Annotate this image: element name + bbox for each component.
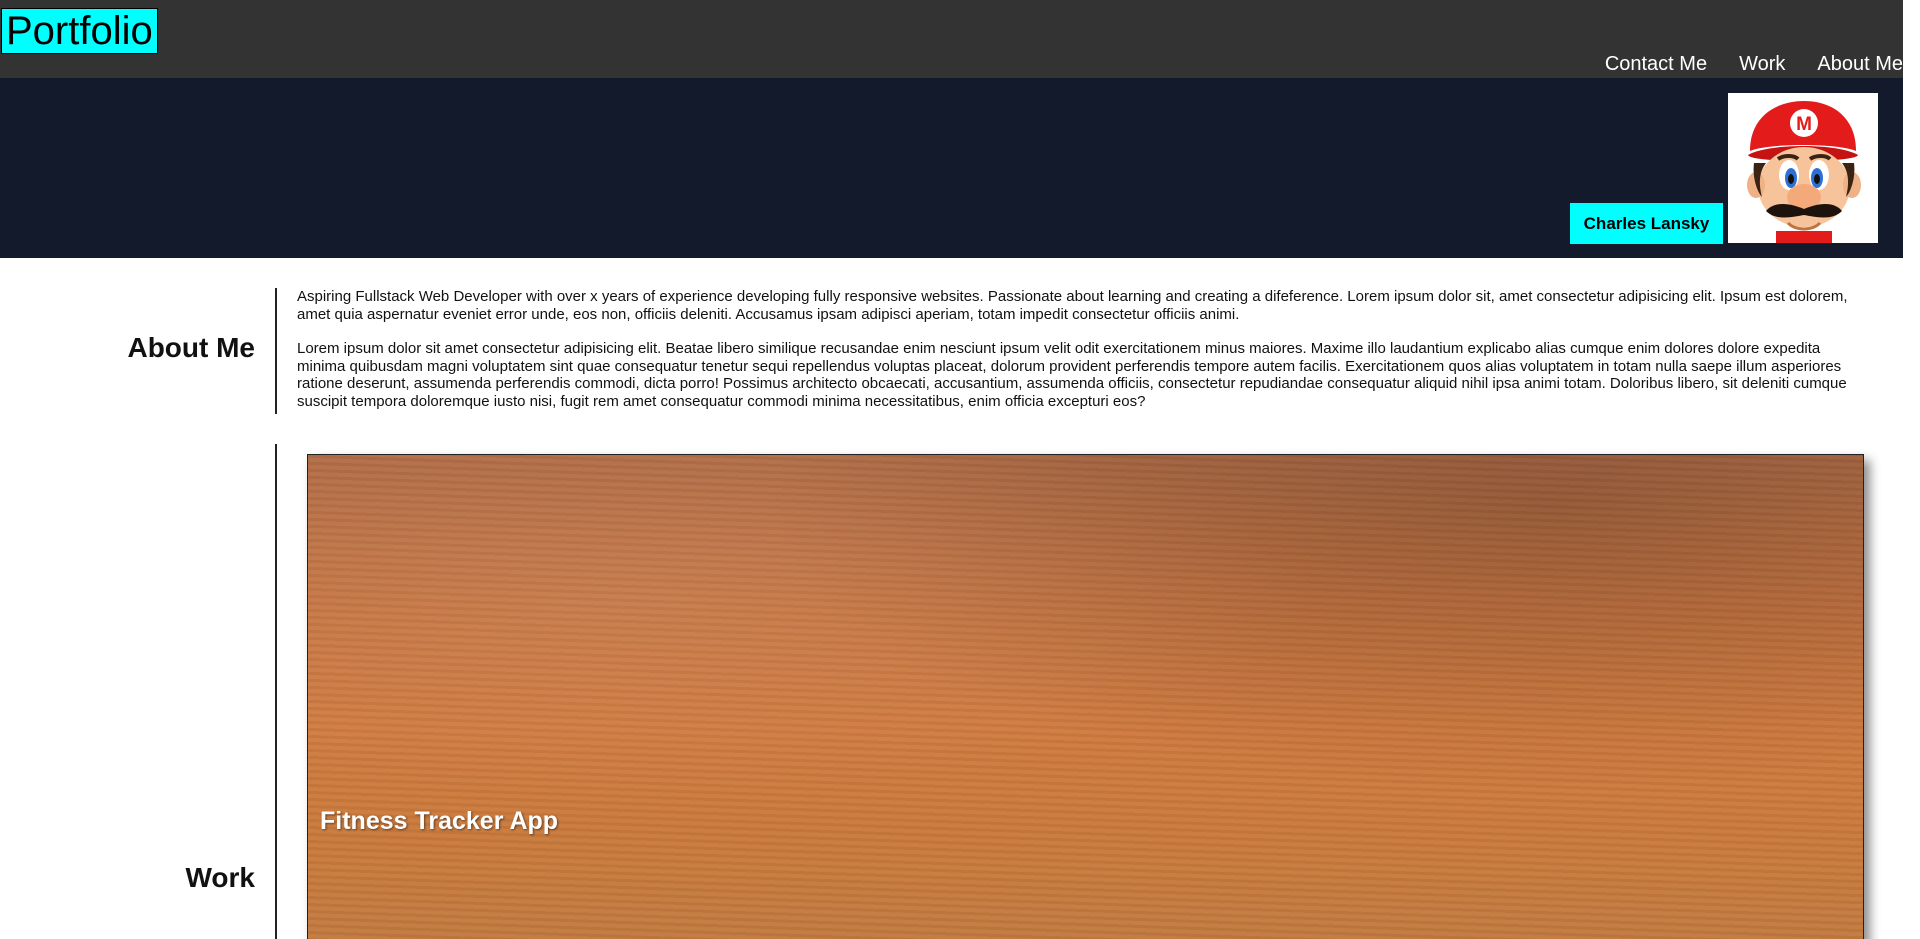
about-divider bbox=[275, 288, 277, 414]
portfolio-page: Portfolio Contact Me Work About Me Charl… bbox=[0, 0, 1903, 939]
mario-avatar-icon: M bbox=[1728, 93, 1878, 243]
top-nav-bar: Portfolio Contact Me Work About Me bbox=[0, 0, 1903, 78]
svg-text:M: M bbox=[1796, 114, 1812, 135]
about-section-title: About Me bbox=[127, 332, 255, 363]
about-paragraph: Lorem ipsum dolor sit amet consectetur a… bbox=[297, 340, 1847, 410]
about-paragraph: Aspiring Fullstack Web Developer with ov… bbox=[297, 288, 1848, 323]
work-divider bbox=[275, 444, 277, 939]
project-card[interactable]: Fitness Tracker App bbox=[307, 454, 1864, 939]
project-title[interactable]: Fitness Tracker App bbox=[320, 807, 558, 836]
about-text: Aspiring Fullstack Web Developer with ov… bbox=[297, 288, 1862, 427]
nav-about-me[interactable]: About Me bbox=[1817, 52, 1903, 76]
nav-contact-me[interactable]: Contact Me bbox=[1605, 52, 1707, 76]
main-nav: Contact Me Work About Me bbox=[1605, 52, 1903, 76]
hero-banner: Charles Lansky M bbox=[0, 78, 1903, 258]
avatar-image: M bbox=[1747, 101, 1861, 243]
name-badge: Charles Lansky bbox=[1570, 203, 1723, 244]
site-logo[interactable]: Portfolio bbox=[1, 8, 158, 54]
nav-work[interactable]: Work bbox=[1739, 52, 1785, 76]
work-section-title: Work bbox=[185, 862, 256, 893]
